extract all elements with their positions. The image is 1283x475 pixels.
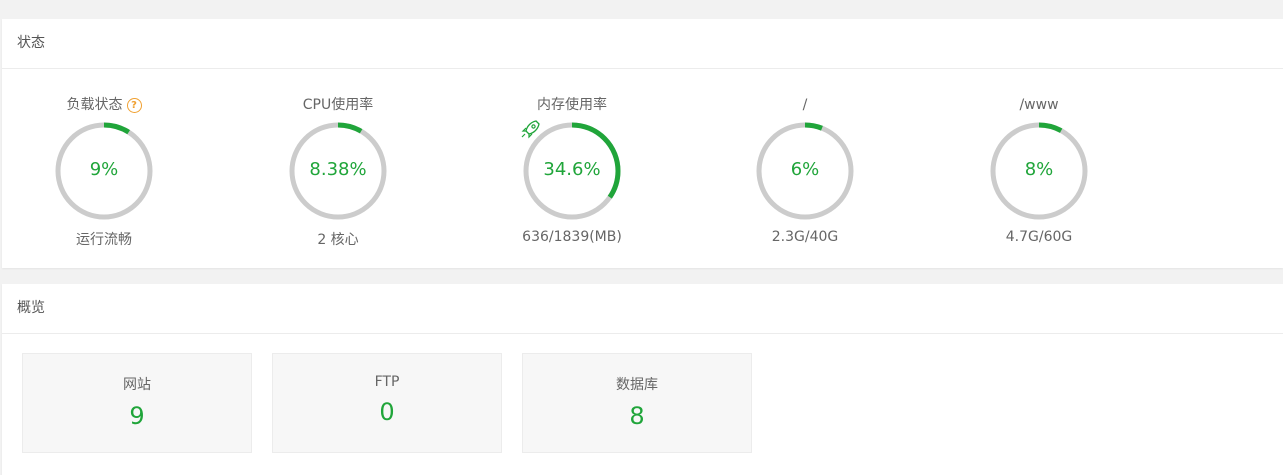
gauge-label: CPU使用率	[302, 97, 374, 113]
gauge-value: 9%	[89, 159, 119, 180]
overview-card-database[interactable]: 数据库 8	[522, 353, 752, 453]
card-label: 网站	[123, 377, 151, 393]
rocket-icon[interactable]	[520, 119, 542, 139]
card-count[interactable]: 0	[273, 398, 501, 426]
gauge-value: 34.6%	[543, 159, 601, 180]
gauge-ring: 6%	[753, 119, 857, 223]
gauge-ring: 8.38%	[286, 119, 390, 223]
overview-card-ftp[interactable]: FTP 0	[272, 353, 502, 453]
gauge-sub: 4.7G/60G	[1005, 229, 1073, 245]
gauge-disk-www[interactable]: /www 8% 4.7G/60G	[959, 87, 1119, 245]
overview-panel: 概览 网站 9 FTP 0 数据库 8	[2, 284, 1283, 475]
gauge-label: 负载状态	[66, 97, 123, 113]
gauge-memory[interactable]: 内存使用率 34.6% 636/1839(MB)	[492, 87, 652, 245]
card-label: FTP	[374, 374, 400, 390]
gauge-sub: 2.3G/40G	[771, 229, 839, 245]
card-count[interactable]: 8	[523, 402, 751, 430]
gauge-value: 8%	[1024, 159, 1054, 180]
gauge-ring: 8%	[987, 119, 1091, 223]
gauge-value: 8.38%	[309, 159, 367, 180]
gauge-label: 内存使用率	[537, 97, 607, 113]
status-panel-title: 状态	[2, 19, 1283, 69]
gauge-load[interactable]: 负载状态 ? 9% 运行流畅	[24, 87, 184, 249]
gauge-disk-root[interactable]: / 6% 2.3G/40G	[725, 87, 885, 245]
gauge-ring: 9%	[52, 119, 156, 223]
gauge-cpu[interactable]: CPU使用率 8.38% 2 核心	[258, 87, 418, 249]
gauge-sub: 运行流畅	[76, 232, 132, 248]
card-label: 数据库	[616, 377, 658, 393]
gauge-label: /www	[1019, 97, 1059, 113]
status-panel: 状态 负载状态 ? 9% 运行流畅 CPU使用率 8.38% 2 核心 内存使用…	[2, 19, 1283, 268]
overview-card-sites[interactable]: 网站 9	[22, 353, 252, 453]
gauge-sub: 2 核心	[317, 232, 359, 248]
overview-panel-title: 概览	[2, 284, 1283, 334]
help-icon[interactable]: ?	[126, 97, 142, 113]
card-count[interactable]: 9	[23, 402, 251, 430]
gauge-ring: 34.6%	[520, 119, 624, 223]
gauge-sub: 636/1839(MB)	[522, 229, 622, 245]
gauge-label: /	[802, 97, 808, 113]
gauge-value: 6%	[790, 159, 820, 180]
